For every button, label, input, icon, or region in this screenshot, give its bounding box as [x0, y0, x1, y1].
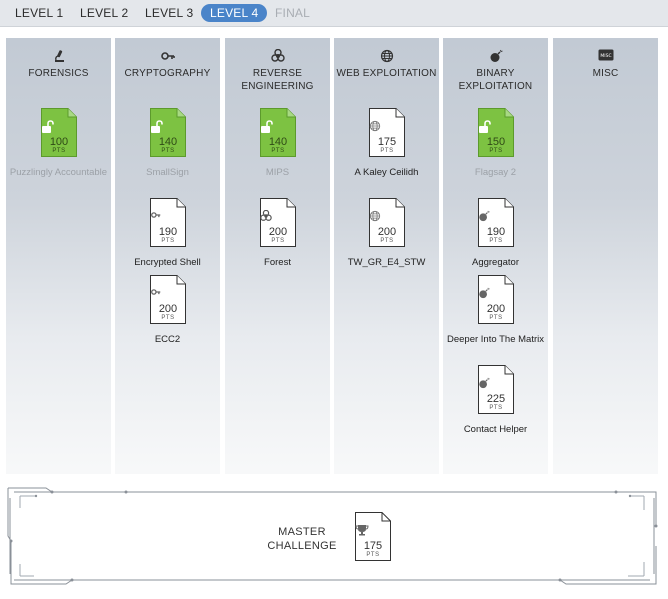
points-value: 150: [486, 136, 506, 148]
points-label: PTS: [380, 238, 394, 244]
challenge-card[interactable]: 200 PTS: [369, 198, 405, 247]
category-title: REVERSE ENGINEERING: [241, 68, 314, 92]
challenge-card[interactable]: 190 PTS: [478, 198, 514, 247]
tab-level-1[interactable]: LEVEL 1: [15, 5, 63, 22]
points-label: PTS: [161, 315, 175, 321]
points-label: PTS: [489, 315, 503, 321]
challenge-name[interactable]: Aggregator: [443, 257, 548, 269]
challenge-card[interactable]: 225 PTS: [478, 365, 514, 414]
master-challenge-label: MASTER CHALLENGE: [267, 526, 337, 552]
svg-text:MISC: MISC: [600, 53, 611, 59]
challenge-card[interactable]: 200 PTS: [150, 275, 186, 324]
microscope-icon: [6, 49, 111, 63]
points-label: PTS: [489, 238, 503, 244]
points-value: 175: [377, 136, 397, 148]
category-title: MISC: [592, 68, 619, 79]
category-column-web-exploitation: WEB EXPLOITATION: [334, 38, 439, 474]
category-column-reverse-engineering: REVERSE ENGINEERING: [225, 38, 330, 474]
level-tabs: LEVEL 1 LEVEL 2 LEVEL 3 LEVEL 4 FINAL: [0, 0, 668, 27]
challenge-name[interactable]: Contact Helper: [443, 424, 548, 436]
points-label: PTS: [271, 148, 285, 154]
challenge-card[interactable]: 100 PTS: [41, 108, 77, 157]
challenge-card[interactable]: 200 PTS: [260, 198, 296, 247]
category-column-cryptography: CRYPTOGRAPHY: [115, 38, 220, 474]
challenge-name[interactable]: TW_GR_E4_STW: [334, 257, 439, 269]
points-label: PTS: [366, 552, 380, 558]
points-value: 140: [158, 136, 178, 148]
points-label: PTS: [489, 148, 503, 154]
misc-icon: MISC: [553, 49, 658, 63]
challenge-card[interactable]: 200 PTS: [478, 275, 514, 324]
points-value: 175: [363, 540, 383, 552]
points-label: PTS: [52, 148, 66, 154]
challenge-name[interactable]: A Kaley Ceilidh: [334, 167, 439, 179]
points-value: 140: [268, 136, 288, 148]
points-value: 200: [486, 303, 506, 315]
points-value: 225: [486, 393, 506, 405]
challenge-name[interactable]: Forest: [225, 257, 330, 269]
category-title: BINARY EXPLOITATION: [458, 68, 533, 92]
points-value: 190: [486, 226, 506, 238]
challenge-card[interactable]: 140 PTS: [150, 108, 186, 157]
challenge-card[interactable]: 150 PTS: [478, 108, 514, 157]
points-value: 100: [49, 136, 69, 148]
bomb-icon: [443, 49, 548, 63]
points-value: 200: [158, 303, 178, 315]
points-value: 200: [377, 226, 397, 238]
globe-icon: [334, 49, 439, 63]
challenge-card[interactable]: 140 PTS: [260, 108, 296, 157]
key-icon: [115, 49, 220, 63]
challenge-name[interactable]: Puzzlingly Accountable: [6, 167, 111, 179]
points-label: PTS: [161, 238, 175, 244]
category-column-misc: MISC MISC: [553, 38, 658, 474]
challenge-card[interactable]: 175 PTS: [369, 108, 405, 157]
points-label: PTS: [161, 148, 175, 154]
challenge-card[interactable]: 190 PTS: [150, 198, 186, 247]
challenge-name[interactable]: MIPS: [225, 167, 330, 179]
category-title: FORENSICS: [28, 68, 89, 79]
challenge-name[interactable]: Encrypted Shell: [115, 257, 220, 269]
points-label: PTS: [380, 148, 394, 154]
category-column-forensics: FORENSICS: [6, 38, 111, 474]
tab-final: FINAL: [275, 6, 311, 20]
challenge-name[interactable]: ECC2: [115, 334, 220, 346]
points-value: 200: [268, 226, 288, 238]
tab-level-4[interactable]: LEVEL 4: [201, 4, 268, 22]
challenge-name[interactable]: Deeper Into The Matrix: [443, 334, 548, 346]
master-challenge-card[interactable]: 175 PTS: [355, 512, 391, 561]
points-value: 190: [158, 226, 178, 238]
tab-level-2[interactable]: LEVEL 2: [80, 5, 128, 22]
category-title: WEB EXPLOITATION: [336, 68, 437, 79]
tab-level-3[interactable]: LEVEL 3: [145, 5, 193, 22]
challenge-name[interactable]: SmallSign: [115, 167, 220, 179]
category-title: CRYPTOGRAPHY: [124, 68, 211, 79]
points-label: PTS: [271, 238, 285, 244]
biohazard-icon: [225, 48, 330, 63]
points-label: PTS: [489, 405, 503, 411]
challenge-name[interactable]: Flagsay 2: [443, 167, 548, 179]
